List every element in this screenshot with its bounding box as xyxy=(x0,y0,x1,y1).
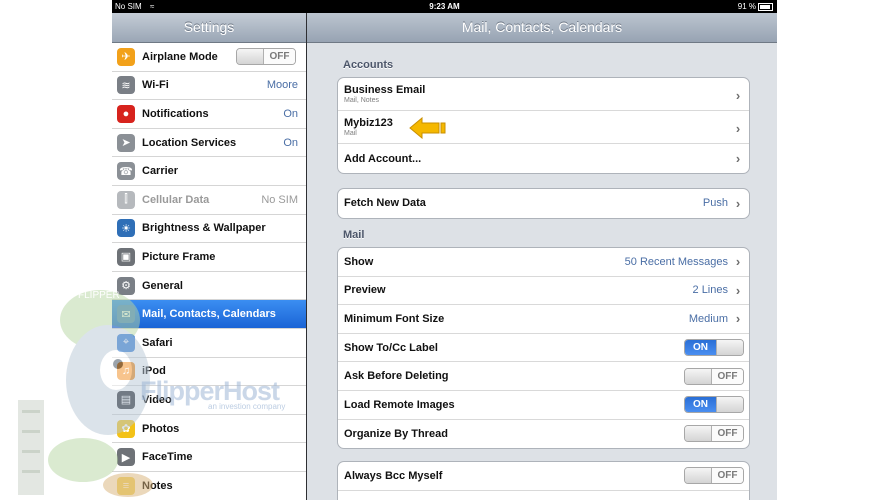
toggle-knob xyxy=(716,397,743,413)
chevron-right-icon: › xyxy=(735,195,741,211)
organize-by-thread-toggle[interactable]: OFF xyxy=(684,425,744,443)
cellular-icon: ⫿ xyxy=(117,190,135,209)
pointer-arrow-icon xyxy=(409,117,446,139)
add-account-label: Add Account... xyxy=(344,152,422,165)
account-name: Mybiz123 xyxy=(344,117,393,129)
mail-section-title: Mail xyxy=(343,229,365,241)
chevron-right-icon: › xyxy=(735,88,741,103)
load-remote-images-label: Load Remote Images xyxy=(344,398,455,411)
sidebar-item-value: On xyxy=(283,136,298,149)
location-icon: ➤ xyxy=(117,133,135,152)
sidebar-item-label: Cellular Data xyxy=(142,193,210,206)
toggle-knob xyxy=(716,340,743,356)
ask-before-deleting-row: Ask Before Deleting OFF xyxy=(338,362,749,391)
sidebar-item-value: Moore xyxy=(266,79,298,92)
chevron-right-icon: › xyxy=(735,121,741,136)
organize-by-thread-label: Organize By Thread xyxy=(344,427,448,440)
show-to-cc-label-toggle[interactable]: ON xyxy=(684,339,744,357)
show-value: 50 Recent Messages xyxy=(624,255,728,268)
detail-pane: Mail, Contacts, Calendars Accounts Busin… xyxy=(307,13,777,500)
battery-percent: 91 % xyxy=(737,2,756,11)
account-services: Mail, Notes xyxy=(344,97,380,104)
account-name: Business Email xyxy=(344,84,426,96)
bcc-toggle[interactable]: OFF xyxy=(684,467,744,485)
preview-value: 2 Lines xyxy=(692,284,728,297)
sidebar-item-value: On xyxy=(283,107,298,120)
clock: 9:23 AM xyxy=(429,2,460,11)
preview-row[interactable]: Preview 2 Lines › xyxy=(338,277,749,306)
fetch-group: Fetch New Data Push › xyxy=(337,188,750,219)
next-row xyxy=(338,491,749,500)
sidebar-item-cellular-data[interactable]: ⫿ Cellular Data No SIM xyxy=(112,185,306,215)
load-remote-images-toggle[interactable]: ON xyxy=(684,396,744,414)
brand-watermark-tagline: an investion company xyxy=(208,402,286,411)
toggle-state: OFF xyxy=(264,49,295,65)
toggle-state: OFF xyxy=(712,426,743,442)
chevron-right-icon: › xyxy=(735,282,741,298)
airplane-mode-toggle[interactable]: OFF xyxy=(236,48,296,66)
fetch-value: Push xyxy=(702,197,728,210)
battery-indicator: 91 % xyxy=(738,0,773,13)
toggle-knob xyxy=(685,426,712,442)
sidebar-item-label: Location Services xyxy=(142,136,237,149)
airplane-icon: ✈ xyxy=(117,47,135,66)
always-bcc-row: Always Bcc Myself OFF xyxy=(338,462,749,491)
chevron-right-icon: › xyxy=(735,151,741,166)
minimum-font-size-value: Medium xyxy=(688,312,728,325)
show-to-cc-label-label: Show To/Cc Label xyxy=(344,341,438,354)
sidebar-item-airplane-mode[interactable]: ✈ Airplane Mode OFF xyxy=(112,43,306,72)
sidebar-item-label: Airplane Mode xyxy=(142,50,218,63)
sidebar-item-wi-fi[interactable]: ≋ Wi-Fi Moore xyxy=(112,71,306,101)
page-title: Mail, Contacts, Calendars xyxy=(307,13,777,43)
toggle-state: OFF xyxy=(712,468,743,484)
sidebar-item-location-services[interactable]: ➤ Location Services On xyxy=(112,128,306,158)
show-row[interactable]: Show 50 Recent Messages › xyxy=(338,248,749,277)
mail-settings-group: Show 50 Recent Messages › Preview 2 Lines › Mi… xyxy=(337,247,750,450)
toggle-knob xyxy=(237,49,264,65)
toggle-knob xyxy=(685,368,712,384)
minimum-font-size-label: Minimum Font Size xyxy=(344,312,445,325)
notifications-icon: ● xyxy=(117,104,135,123)
ask-before-deleting-label: Ask Before Deleting xyxy=(344,370,449,383)
show-label: Show xyxy=(344,255,374,268)
toggle-state: ON xyxy=(685,397,716,413)
minimum-font-size-row[interactable]: Minimum Font Size Medium › xyxy=(338,305,749,334)
bcc-label: Always Bcc Myself xyxy=(344,469,443,482)
chevron-right-icon: › xyxy=(735,311,741,327)
ask-before-deleting-toggle[interactable]: OFF xyxy=(684,367,744,385)
sidebar-item-label: Brightness & Wallpaper xyxy=(142,222,266,235)
chevron-right-icon: › xyxy=(735,254,741,270)
organize-by-thread-row: Organize By Thread OFF xyxy=(338,420,749,449)
account-row-business[interactable]: Business Email Mail, Notes › xyxy=(338,78,749,111)
wifi-icon: ≋ xyxy=(117,76,135,95)
mascot-badge-text: FLIPPER xyxy=(78,290,120,301)
sidebar-item-value: No SIM xyxy=(261,193,298,206)
sidebar-item-brightness-wallpaper[interactable]: ☀ Brightness & Wallpaper xyxy=(112,214,306,244)
sidebar-title: Settings xyxy=(112,13,306,43)
phone-icon: ☎ xyxy=(117,162,135,181)
status-bar: No SIM ≈ 9:23 AM 91 % xyxy=(112,0,777,13)
account-services: Mail xyxy=(344,130,357,137)
sidebar-item-label: Notifications xyxy=(142,107,209,120)
brightness-icon: ☀ xyxy=(117,219,135,238)
sidebar-item-label: Carrier xyxy=(142,165,179,178)
fetch-label: Fetch New Data xyxy=(344,197,426,210)
sidebar-item-carrier[interactable]: ☎ Carrier xyxy=(112,157,306,186)
preview-label: Preview xyxy=(344,284,386,297)
battery-icon xyxy=(758,2,773,11)
toggle-state: OFF xyxy=(712,368,743,384)
accounts-section-title: Accounts xyxy=(343,59,394,71)
add-account-row[interactable]: Add Account... › xyxy=(338,144,749,173)
toggle-knob xyxy=(685,468,712,484)
accounts-group: Business Email Mail, Notes › Mybiz123 Ma… xyxy=(337,77,750,174)
account-row-mybiz[interactable]: Mybiz123 Mail › xyxy=(338,111,749,144)
show-to-cc-label-row: Show To/Cc Label ON xyxy=(338,334,749,363)
ipad-screen: No SIM ≈ 9:23 AM 91 % Settings ✈ Airplane… xyxy=(112,0,777,500)
sidebar-item-label: Wi-Fi xyxy=(142,79,169,92)
bcc-group: Always Bcc Myself OFF xyxy=(337,461,750,500)
fetch-new-data-row[interactable]: Fetch New Data Push › xyxy=(338,189,749,218)
sidebar-item-notifications[interactable]: ● Notifications On xyxy=(112,100,306,129)
load-remote-images-row: Load Remote Images ON xyxy=(338,391,749,420)
toggle-state: ON xyxy=(685,340,716,356)
